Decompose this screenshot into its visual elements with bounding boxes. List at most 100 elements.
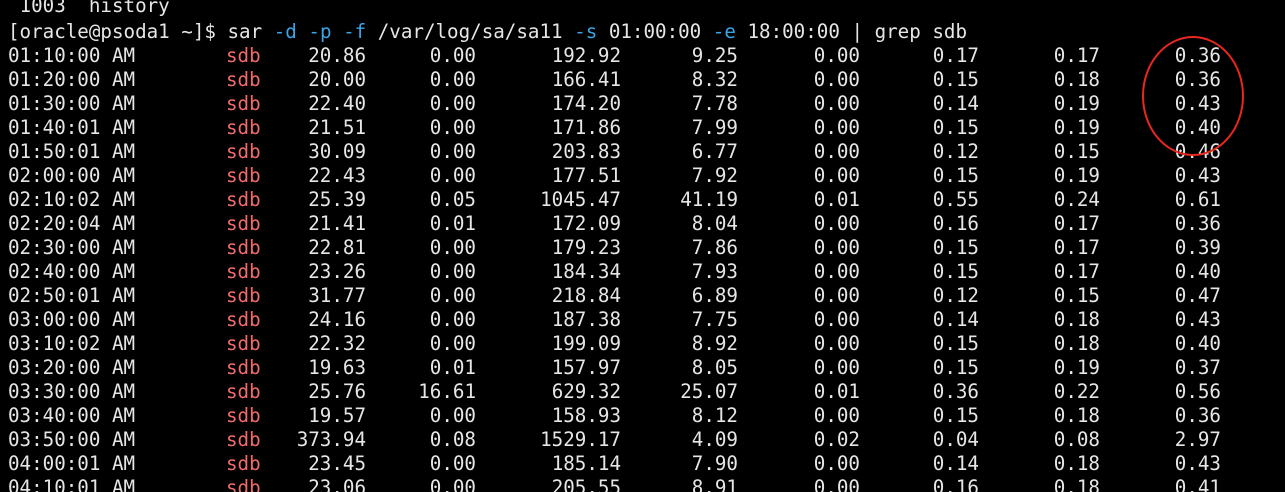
row-tps: 21.51 <box>308 116 366 139</box>
row-await: 0.12 <box>932 284 979 307</box>
row-avgrq-sz: 8.04 <box>691 212 738 235</box>
shell-prompt: [oracle@psoda1 ~]$ <box>8 20 216 43</box>
command-token: sar <box>227 20 263 43</box>
output-row: 04:10:01 AM sdb 23.06 0.00 205.55 8.91 0.00 0.1… <box>0 476 1285 492</box>
row-avgrq-sz: 4.09 <box>691 428 738 451</box>
row-await: 0.15 <box>932 332 979 355</box>
row-avgrq-sz: 8.32 <box>691 68 738 91</box>
row-await: 0.36 <box>932 380 979 403</box>
row-await: 0.17 <box>932 44 979 67</box>
row-time: 04:00:01 AM <box>8 452 136 475</box>
output-row: 02:10:02 AM sdb 25.39 0.05 1045.47 41.19 0.01 0… <box>0 188 1285 212</box>
command-line: [oracle@psoda1 ~]$ sar -d -p -f /var/log… <box>8 20 967 44</box>
row-util: 0.36 <box>1174 212 1221 235</box>
row-avgrq-sz: 6.89 <box>691 284 738 307</box>
terminal-window[interactable]: 1003 history [oracle@psoda1 ~]$ sar -d -… <box>0 0 1285 492</box>
row-await: 0.14 <box>932 452 979 475</box>
row-time: 01:50:01 AM <box>8 140 136 163</box>
row-rd-sec: 0.00 <box>429 164 476 187</box>
command-token: 01:00:00 <box>608 20 702 43</box>
output-row: 01:40:01 AM sdb 21.51 0.00 171.86 7.99 0.00 0.1… <box>0 116 1285 140</box>
row-wr-sec: 157.97 <box>551 356 621 379</box>
row-time: 01:40:01 AM <box>8 116 136 139</box>
row-avgrq-sz: 8.12 <box>691 404 738 427</box>
row-await: 0.15 <box>932 356 979 379</box>
row-avgqu-sz: 0.01 <box>813 188 860 211</box>
row-svctm: 0.18 <box>1053 332 1100 355</box>
row-time: 02:40:00 AM <box>8 260 136 283</box>
row-avgqu-sz: 0.01 <box>813 380 860 403</box>
row-await: 0.14 <box>932 308 979 331</box>
row-rd-sec: 0.00 <box>429 116 476 139</box>
row-avgrq-sz: 7.86 <box>691 236 738 259</box>
row-await: 0.15 <box>932 260 979 283</box>
row-svctm: 0.17 <box>1053 236 1100 259</box>
row-wr-sec: 158.93 <box>551 404 621 427</box>
row-rd-sec: 0.00 <box>429 476 476 492</box>
row-await: 0.55 <box>932 188 979 211</box>
row-avgrq-sz: 7.75 <box>691 308 738 331</box>
row-avgqu-sz: 0.00 <box>813 284 860 307</box>
row-util: 0.36 <box>1174 404 1221 427</box>
output-row: 03:40:00 AM sdb 19.57 0.00 158.93 8.12 0.00 0.1… <box>0 404 1285 428</box>
row-avgrq-sz: 7.92 <box>691 164 738 187</box>
row-svctm: 0.18 <box>1053 308 1100 331</box>
row-time: 01:30:00 AM <box>8 92 136 115</box>
row-tps: 20.86 <box>308 44 366 67</box>
output-row: 04:00:01 AM sdb 23.45 0.00 185.14 7.90 0.00 0.1… <box>0 452 1285 476</box>
row-time: 01:10:00 AM <box>8 44 136 67</box>
row-util: 0.39 <box>1174 236 1221 259</box>
row-wr-sec: 177.51 <box>551 164 621 187</box>
row-wr-sec: 205.55 <box>551 476 621 492</box>
command-token: 18:00:00 <box>747 20 840 43</box>
output-row: 02:20:04 AM sdb 21.41 0.01 172.09 8.04 0.00 0.1… <box>0 212 1285 236</box>
row-time: 03:50:00 AM <box>8 428 136 451</box>
row-wr-sec: 1529.17 <box>540 428 621 451</box>
output-row: 03:10:02 AM sdb 22.32 0.00 199.09 8.92 0.00 0.1… <box>0 332 1285 356</box>
row-util: 0.43 <box>1174 308 1221 331</box>
row-time: 02:00:00 AM <box>8 164 136 187</box>
row-avgrq-sz: 8.92 <box>691 332 738 355</box>
row-util: 0.43 <box>1174 164 1221 187</box>
row-avgrq-sz: 7.99 <box>691 116 738 139</box>
row-time: 03:20:00 AM <box>8 356 136 379</box>
row-util: 0.61 <box>1174 188 1221 211</box>
row-avgqu-sz: 0.00 <box>813 236 860 259</box>
row-rd-sec: 0.08 <box>429 428 476 451</box>
row-wr-sec: 629.32 <box>551 380 621 403</box>
row-time: 03:30:00 AM <box>8 380 136 403</box>
row-svctm: 0.19 <box>1053 116 1100 139</box>
row-avgqu-sz: 0.00 <box>813 452 860 475</box>
command-option: -d <box>273 20 297 43</box>
row-rd-sec: 0.00 <box>429 452 476 475</box>
row-tps: 19.63 <box>308 356 366 379</box>
row-util: 0.36 <box>1174 44 1221 67</box>
output-row: 01:50:01 AM sdb 30.09 0.00 203.83 6.77 0.00 0.1… <box>0 140 1285 164</box>
row-time: 02:10:02 AM <box>8 188 136 211</box>
row-rd-sec: 0.00 <box>429 332 476 355</box>
row-util: 0.40 <box>1174 332 1221 355</box>
row-util: 0.47 <box>1174 284 1221 307</box>
row-tps: 22.81 <box>308 236 366 259</box>
row-tps: 22.32 <box>308 332 366 355</box>
row-util: 0.41 <box>1174 476 1221 492</box>
row-avgqu-sz: 0.00 <box>813 92 860 115</box>
row-svctm: 0.17 <box>1053 212 1100 235</box>
row-await: 0.04 <box>932 428 979 451</box>
row-avgrq-sz: 6.77 <box>691 140 738 163</box>
row-rd-sec: 0.00 <box>429 260 476 283</box>
row-util: 0.43 <box>1174 92 1221 115</box>
row-avgqu-sz: 0.00 <box>813 476 860 492</box>
row-avgqu-sz: 0.00 <box>813 44 860 67</box>
row-util: 0.40 <box>1174 260 1221 283</box>
row-avgqu-sz: 0.00 <box>813 164 860 187</box>
row-wr-sec: 171.86 <box>551 116 621 139</box>
command-token: | <box>851 20 864 43</box>
command-option: -e <box>712 20 736 43</box>
output-row: 02:00:00 AM sdb 22.43 0.00 177.51 7.92 0.00 0.1… <box>0 164 1285 188</box>
row-util: 0.56 <box>1174 380 1221 403</box>
output-row: 03:20:00 AM sdb 19.63 0.01 157.97 8.05 0.00 0.1… <box>0 356 1285 380</box>
command-option: -f <box>343 20 367 43</box>
row-svctm: 0.19 <box>1053 92 1100 115</box>
row-tps: 30.09 <box>308 140 366 163</box>
